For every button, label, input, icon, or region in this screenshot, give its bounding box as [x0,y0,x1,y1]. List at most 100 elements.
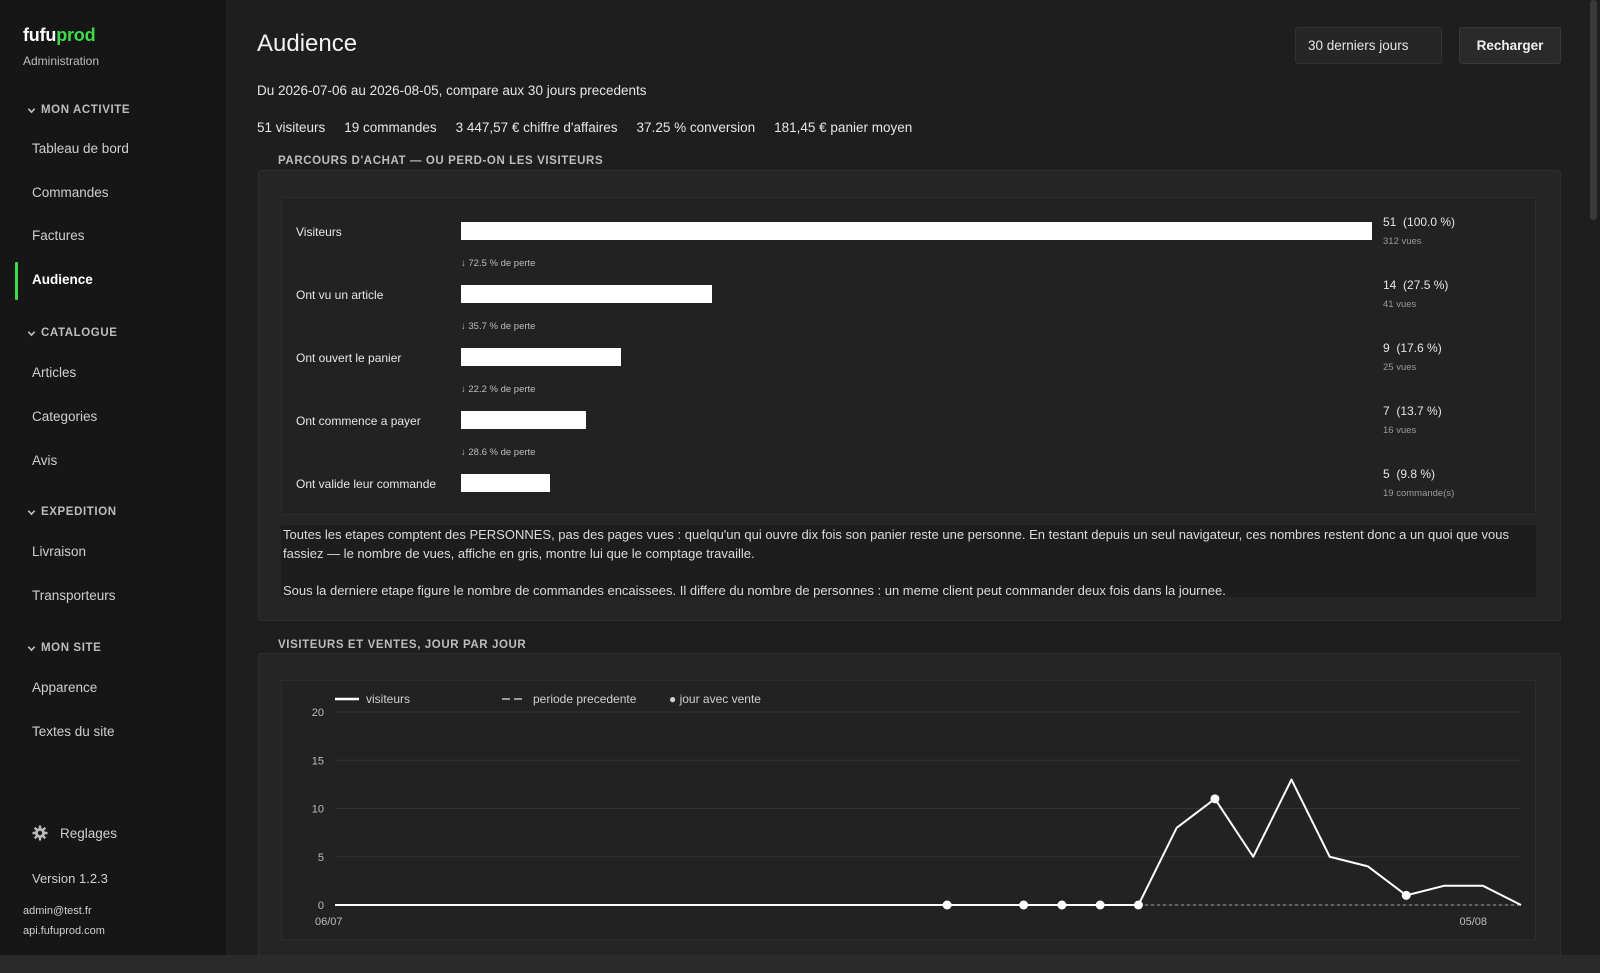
chart-legend: visiteurs periode precedente ● jour avec… [335,692,761,706]
section-mon-site[interactable]: MON SITE [27,642,101,654]
date-range-select[interactable]: 30 derniers jours [1295,27,1442,64]
section-mon-activite[interactable]: MON ACTIVITE [27,104,130,116]
funnel-note-1: Toutes les etapes comptent des PERSONNES… [283,527,1509,561]
sidebar-item-tableau-de-bord[interactable]: Tableau de bord [32,141,129,156]
chart-grid [335,711,1521,906]
funnel-section-title: PARCOURS D'ACHAT — OU PERD-ON LES VISITE… [278,155,604,167]
funnel-step-label: Visiteurs [296,225,342,239]
funnel-step-views: 19 commande(s) [1383,488,1455,499]
kpi-conversion: 37.25 % conversion [636,120,756,135]
chevron-down-icon [27,107,36,113]
active-indicator [15,262,18,300]
funnel-step-views: 41 vues [1383,299,1417,310]
y-tick-label: 10 [312,804,324,816]
y-tick-label: 0 [318,900,324,912]
brand-name-part2: prod [56,25,96,45]
sidebar-item-livraison[interactable]: Livraison [32,544,86,559]
funnel-step-label: Ont valide leur commande [296,477,437,491]
x-axis-end-label: 05/08 [1459,916,1487,928]
sidebar-item-audience[interactable]: Audience [32,272,93,287]
legend-visitors: visiteurs [366,692,410,706]
section-title: MON ACTIVITE [41,104,131,116]
funnel-step-count: 9 (17.6 %) [1383,341,1442,355]
section-expedition[interactable]: EXPEDITION [27,506,117,518]
section-title: EXPEDITION [41,506,117,518]
kpi-summary: 51 visiteurs 19 commandes 3 447,57 € chi… [257,120,912,135]
gear-icon [32,825,48,841]
funnel-step-label: Ont vu un article [296,288,384,302]
funnel-bar [461,285,712,303]
daily-line-chart: 0 5 10 15 20 visiteurs periode precedente ● … [312,692,1522,928]
brand-logo[interactable]: fufuprod [23,25,96,46]
visitors-line [335,778,1522,906]
section-title: CATALOGUE [41,327,118,339]
sidebar-item-commandes[interactable]: Commandes [32,185,109,200]
chevron-down-icon [27,509,36,515]
legend-sale-day: ● jour avec vente [669,692,761,706]
funnel-step-label: Ont ouvert le panier [296,351,402,365]
sidebar-item-apparence[interactable]: Apparence [32,680,97,695]
chevron-down-icon [27,645,36,651]
kpi-revenue: 3 447,57 € chiffre d'affaires [455,120,618,135]
funnel-step-views: 16 vues [1383,425,1417,436]
funnel-step-label: Ont commence a payer [296,414,421,428]
funnel-loss: ↓ 28.6 % de perte [461,447,536,458]
funnel-explanation: Toutes les etapes comptent des PERSONNES… [281,525,1536,598]
funnel-bar [461,411,586,429]
funnel-step-count: 51 (100.0 %) [1383,215,1456,229]
y-tick-label: 5 [318,852,324,864]
y-tick-label: 15 [312,755,324,767]
funnel-step-count: 5 (9.8 %) [1383,467,1436,481]
kpi-visitors: 51 visiteurs [257,120,326,135]
legend-previous: periode precedente [533,692,637,706]
sale-day-marker [942,900,952,910]
kpi-average-basket: 181,45 € panier moyen [774,120,913,135]
funnel-step-views: 312 vues [1383,236,1422,247]
y-axis: 0 5 10 15 20 [312,707,324,912]
chevron-down-icon [27,330,36,336]
sidebar-item-avis[interactable]: Avis [32,453,57,468]
funnel-loss: ↓ 72.5 % de perte [461,258,536,269]
funnel-bar [461,222,1372,240]
sidebar: fufuprod Administration MON ACTIVITE Tab… [0,0,226,955]
sale-markers [942,794,1411,910]
funnel-loss: ↓ 35.7 % de perte [461,321,536,332]
funnel-note-2: Sous la derniere etape figure le nombre … [283,583,1226,598]
horizontal-scrollbar[interactable] [0,955,1600,973]
funnel-bar [461,474,550,492]
sidebar-item-factures[interactable]: Factures [32,228,85,243]
sidebar-item-articles[interactable]: Articles [32,365,76,380]
vertical-scrollbar-thumb[interactable] [1590,0,1597,220]
sidebar-item-categories[interactable]: Categories [32,409,97,424]
sale-day-marker [1019,900,1029,910]
y-tick-label: 20 [312,707,324,719]
sidebar-item-transporteurs[interactable]: Transporteurs [32,588,116,603]
funnel-step-count: 14 (27.5 %) [1383,278,1449,292]
funnel-loss: ↓ 22.2 % de perte [461,384,536,395]
sidebar-item-textes-du-site[interactable]: Textes du site [32,724,115,739]
settings-link[interactable]: Reglages [32,825,117,841]
page-title: Audience [257,30,358,57]
api-host: api.fufuprod.com [23,925,105,937]
funnel-step-views: 25 vues [1383,362,1417,373]
brand-subtitle: Administration [23,54,100,68]
settings-label: Reglages [60,825,118,841]
brand-name-part1: fufu [23,25,57,45]
funnel-step-count: 7 (13.7 %) [1383,404,1442,418]
user-email: admin@test.fr [23,905,92,917]
section-title: MON SITE [41,642,102,654]
kpi-orders: 19 commandes [344,120,437,135]
daily-section-title: VISITEURS ET VENTES, JOUR PAR JOUR [278,639,527,651]
reload-button[interactable]: Recharger [1459,27,1561,64]
section-catalogue[interactable]: CATALOGUE [27,327,118,339]
sale-day-marker [1210,794,1220,804]
series-visitors [335,778,1522,906]
sale-day-marker [1401,890,1411,900]
sale-day-marker [1133,900,1143,910]
x-axis-start-label: 06/07 [315,916,343,928]
sale-day-marker [1057,900,1067,910]
period-description: Du 2026-07-06 au 2026-08-05, compare aux… [257,83,647,98]
app-version: Version 1.2.3 [32,871,108,886]
funnel-bar [461,348,621,366]
app: fufuprod Administration MON ACTIVITE Tab… [0,0,1600,973]
